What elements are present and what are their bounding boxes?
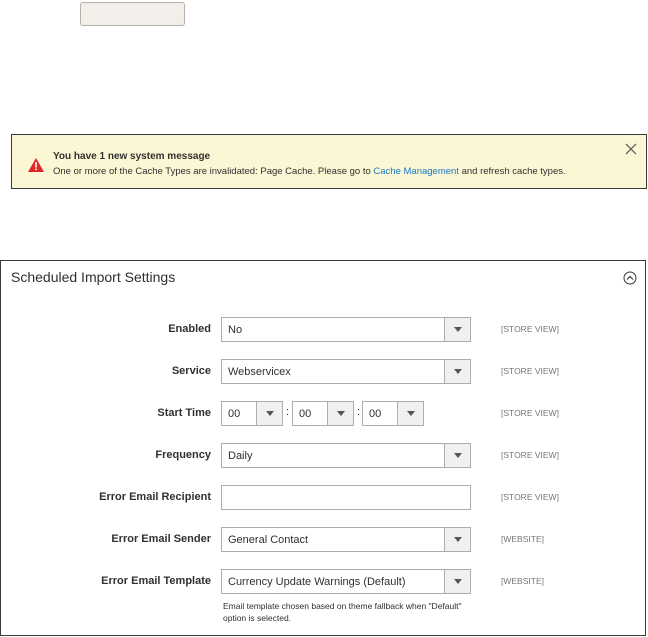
error-sender-value: General Contact — [228, 534, 309, 546]
start-time-minute-select[interactable]: 00 — [292, 401, 354, 426]
chevron-down-icon[interactable] — [444, 444, 470, 467]
warning-icon — [28, 158, 44, 172]
frequency-select[interactable]: Daily — [221, 443, 471, 468]
collapse-icon[interactable] — [623, 271, 637, 285]
close-icon[interactable] — [625, 143, 637, 155]
chevron-down-icon[interactable] — [444, 360, 470, 383]
start-time-label: Start Time — [157, 407, 211, 419]
chevron-down-icon[interactable] — [444, 570, 470, 593]
enabled-scope: [STORE VIEW] — [501, 324, 559, 334]
error-sender-label: Error Email Sender — [111, 533, 211, 545]
error-recipient-input[interactable] — [221, 485, 471, 510]
start-time-hour-select[interactable]: 00 — [221, 401, 283, 426]
chevron-down-icon[interactable] — [327, 402, 353, 425]
error-template-row: Error Email Template Currency Update War… — [1, 569, 647, 595]
error-sender-scope: [WEBSITE] — [501, 534, 544, 544]
start-time-scope: [STORE VIEW] — [501, 408, 559, 418]
error-sender-select[interactable]: General Contact — [221, 527, 471, 552]
message-text-after: and refresh cache types. — [458, 166, 566, 177]
frequency-value: Daily — [228, 450, 253, 462]
enabled-row: Enabled No [STORE VIEW] — [1, 317, 647, 343]
enabled-label: Enabled — [168, 323, 211, 335]
enabled-select[interactable]: No — [221, 317, 471, 342]
scheduled-import-panel: Scheduled Import Settings Enabled No [ST… — [0, 260, 646, 636]
frequency-label: Frequency — [155, 449, 211, 461]
chevron-down-icon[interactable] — [444, 318, 470, 341]
cache-management-link[interactable]: Cache Management — [373, 166, 459, 177]
error-template-note: Email template chosen based on theme fal… — [223, 601, 462, 623]
chevron-down-icon[interactable] — [444, 528, 470, 551]
message-text-before: One or more of the Cache Types are inval… — [53, 166, 374, 177]
frequency-row: Frequency Daily [STORE VIEW] — [1, 443, 647, 469]
message-title: You have 1 new system message — [53, 151, 211, 162]
error-template-scope: [WEBSITE] — [501, 576, 544, 586]
chevron-down-icon[interactable] — [256, 402, 282, 425]
error-template-select[interactable]: Currency Update Warnings (Default) — [221, 569, 471, 594]
error-sender-row: Error Email Sender General Contact [WEBS… — [1, 527, 647, 553]
start-time-second-select[interactable]: 00 — [362, 401, 424, 426]
start-time-row: Start Time 00 : 00 : 00 [STORE VIEW] — [1, 401, 647, 427]
time-separator: : — [357, 406, 361, 418]
error-recipient-scope: [STORE VIEW] — [501, 492, 559, 502]
system-message-bar: You have 1 new system message One or mor… — [11, 134, 647, 189]
second-value: 00 — [369, 408, 382, 420]
top-button[interactable] — [80, 2, 185, 26]
error-recipient-label: Error Email Recipient — [99, 491, 211, 503]
panel-title[interactable]: Scheduled Import Settings — [11, 269, 175, 285]
service-row: Service Webservicex [STORE VIEW] — [1, 359, 647, 385]
error-recipient-row: Error Email Recipient [STORE VIEW] — [1, 485, 647, 511]
chevron-down-icon[interactable] — [397, 402, 423, 425]
service-value: Webservicex — [228, 366, 291, 378]
service-label: Service — [171, 365, 211, 377]
frequency-scope: [STORE VIEW] — [501, 450, 559, 460]
message-text: One or more of the Cache Types are inval… — [53, 166, 566, 177]
hour-value: 00 — [228, 408, 241, 420]
enabled-value: No — [228, 324, 243, 336]
time-separator: : — [286, 406, 290, 418]
minute-value: 00 — [299, 408, 312, 420]
service-select[interactable]: Webservicex — [221, 359, 471, 384]
service-scope: [STORE VIEW] — [501, 366, 559, 376]
error-template-value: Currency Update Warnings (Default) — [228, 576, 406, 588]
error-template-label: Error Email Template — [101, 575, 211, 587]
